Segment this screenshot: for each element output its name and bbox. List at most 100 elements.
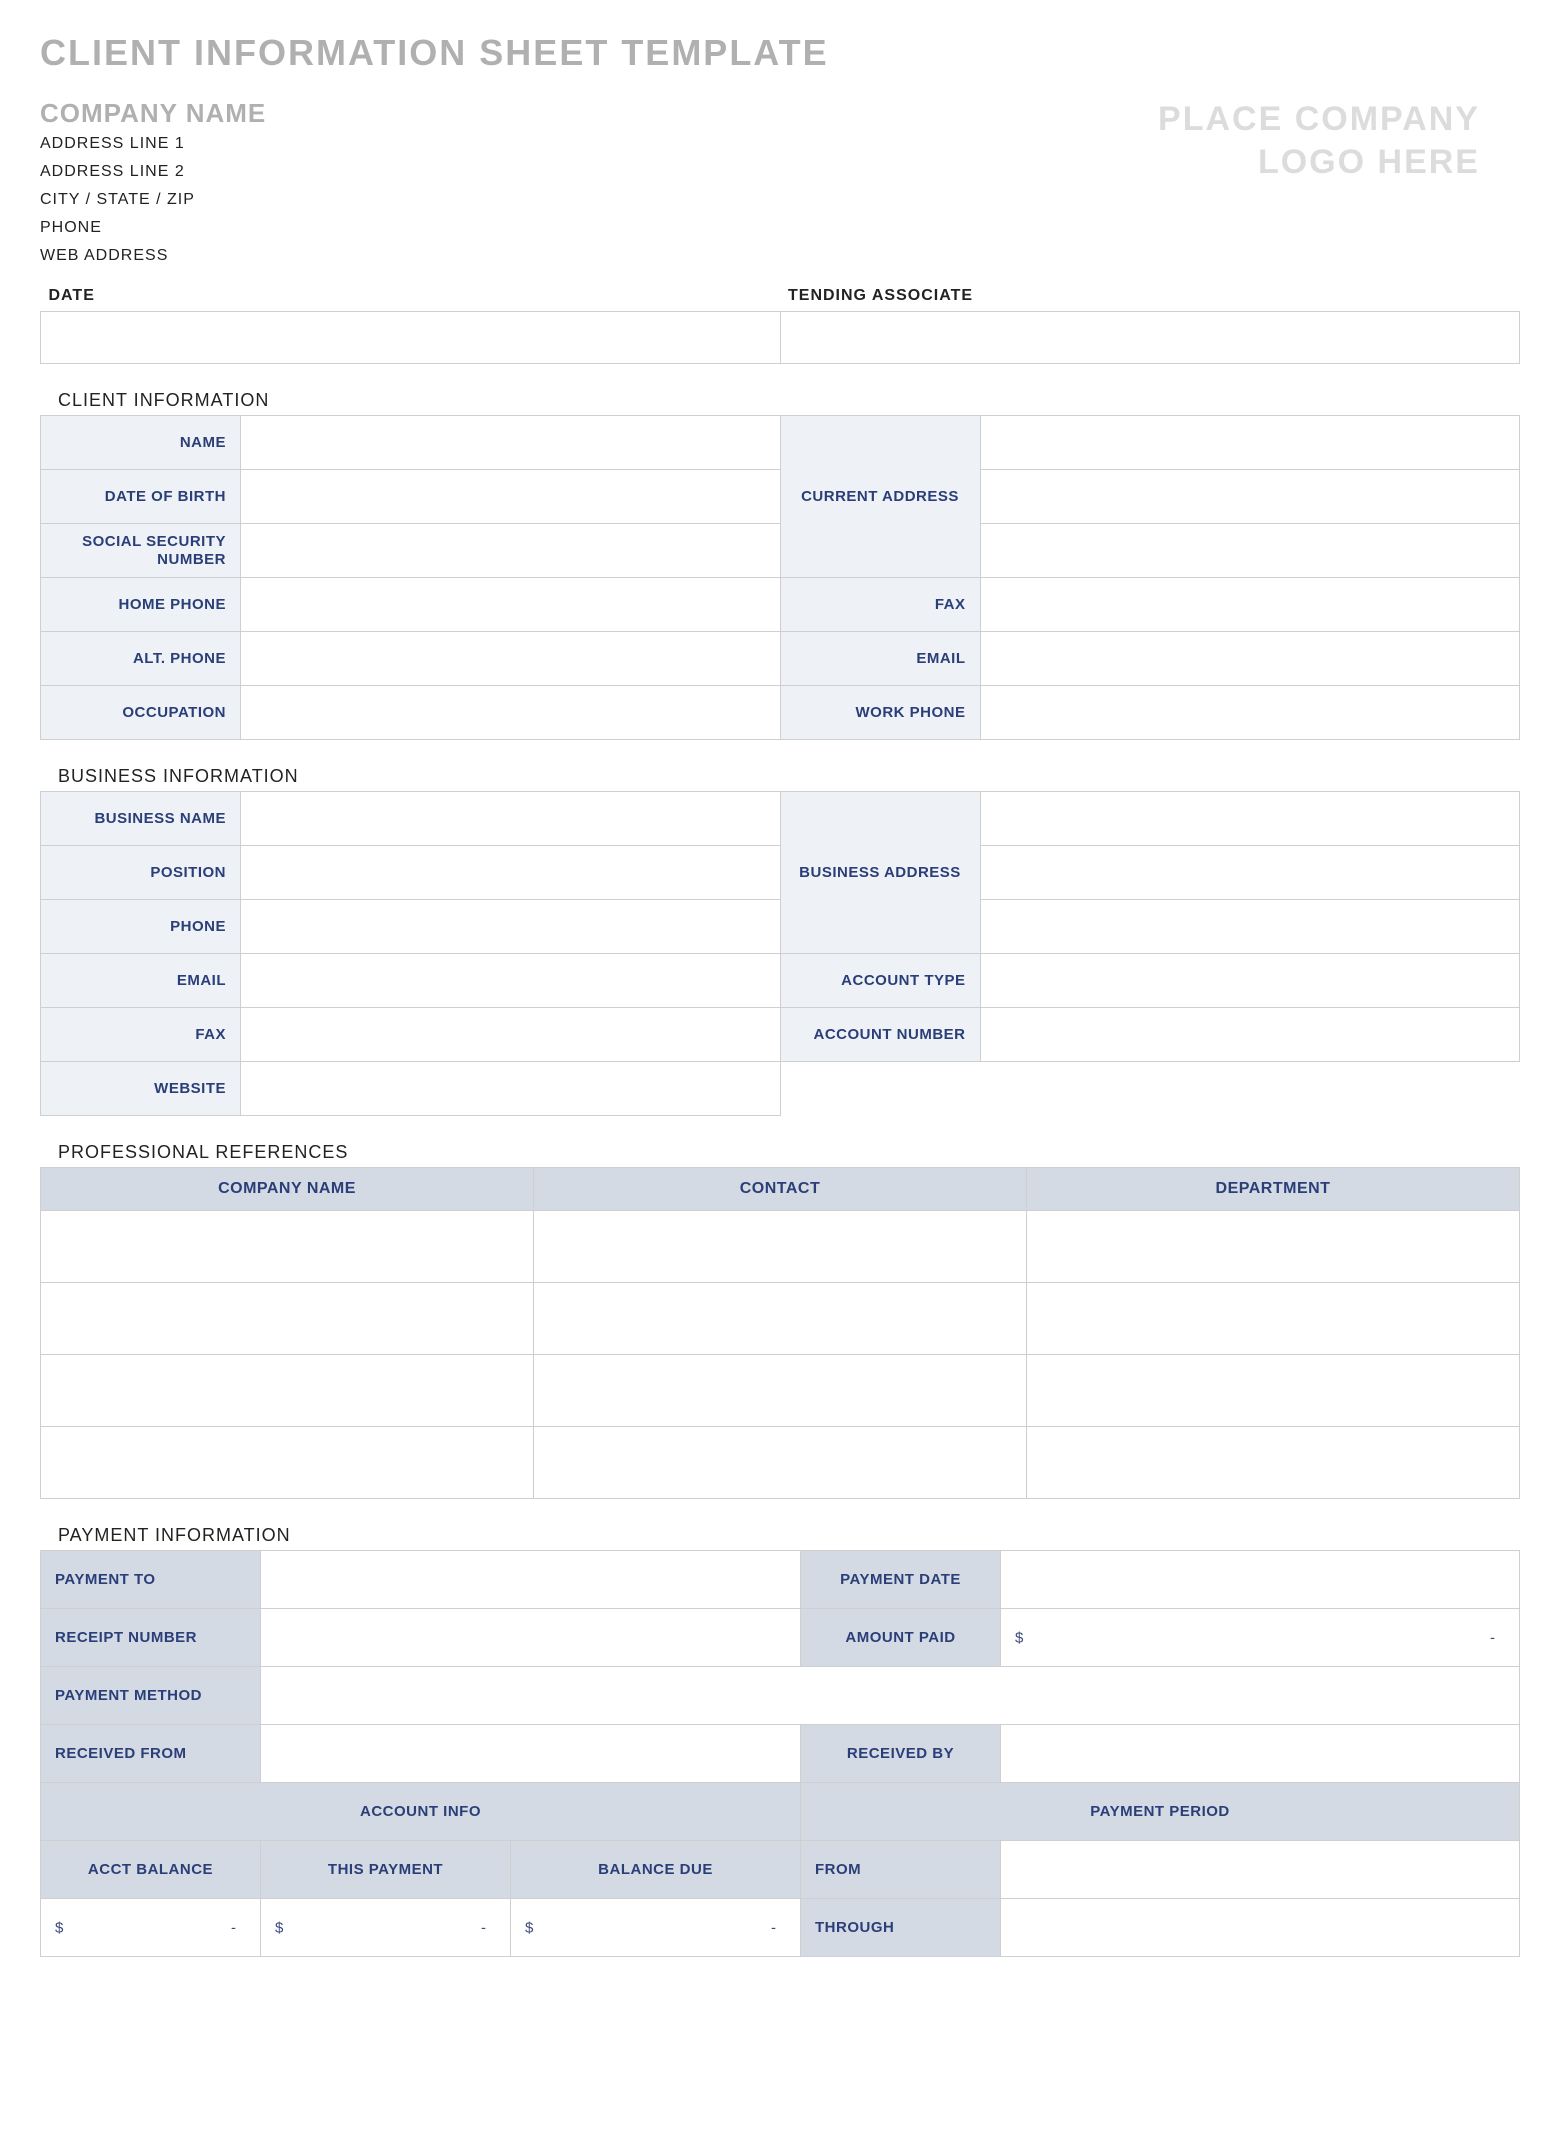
business-name-input[interactable] [241, 792, 781, 846]
account-number-input[interactable] [980, 1008, 1520, 1062]
logo-line-2: LOGO HERE [1158, 141, 1480, 184]
ref-department-input[interactable] [1027, 1211, 1520, 1283]
company-block: COMPANY NAME ADDRESS LINE 1 ADDRESS LINE… [40, 98, 266, 275]
date-label: DATE [41, 283, 781, 312]
business-name-label: BUSINESS NAME [41, 792, 241, 846]
references-table: COMPANY NAME CONTACT DEPARTMENT [40, 1167, 1520, 1499]
currency-symbol: $ [275, 1919, 283, 1936]
email-input[interactable] [980, 632, 1520, 686]
work-phone-input[interactable] [980, 686, 1520, 740]
received-by-label: RECEIVED BY [801, 1725, 1001, 1783]
biz-fax-label: FAX [41, 1008, 241, 1062]
tending-associate-input[interactable] [780, 312, 1520, 364]
biz-email-label: EMAIL [41, 954, 241, 1008]
tending-associate-label: TENDING ASSOCIATE [780, 283, 1520, 312]
payment-date-input[interactable] [1001, 1551, 1520, 1609]
fax-label: FAX [780, 578, 980, 632]
business-address-line3-input[interactable] [980, 900, 1520, 954]
current-address-line2-input[interactable] [980, 470, 1520, 524]
name-input[interactable] [241, 416, 781, 470]
account-info-header: ACCOUNT INFO [41, 1783, 801, 1841]
payment-to-label: PAYMENT TO [41, 1551, 261, 1609]
payment-table: PAYMENT TO PAYMENT DATE RECEIPT NUMBER A… [40, 1550, 1520, 1957]
business-address-label: BUSINESS ADDRESS [780, 792, 980, 954]
client-info-table: NAME CURRENT ADDRESS DATE OF BIRTH SOCIA… [40, 415, 1520, 740]
client-info-section-label: CLIENT INFORMATION [58, 390, 1520, 411]
dob-input[interactable] [241, 470, 781, 524]
empty-value-dash: - [771, 1919, 776, 1936]
alt-phone-label: ALT. PHONE [41, 632, 241, 686]
received-from-label: RECEIVED FROM [41, 1725, 261, 1783]
ref-row [41, 1283, 1520, 1355]
address-line-1: ADDRESS LINE 1 [40, 135, 266, 153]
currency-symbol: $ [525, 1919, 533, 1936]
biz-fax-input[interactable] [241, 1008, 781, 1062]
position-input[interactable] [241, 846, 781, 900]
from-label: FROM [801, 1841, 1001, 1899]
amount-paid-label: AMOUNT PAID [801, 1609, 1001, 1667]
through-input[interactable] [1001, 1899, 1520, 1957]
home-phone-input[interactable] [241, 578, 781, 632]
business-address-line1-input[interactable] [980, 792, 1520, 846]
this-payment-label: THIS PAYMENT [261, 1841, 511, 1899]
ref-row [41, 1211, 1520, 1283]
ssn-input[interactable] [241, 524, 781, 578]
ref-department-input[interactable] [1027, 1355, 1520, 1427]
payment-date-label: PAYMENT DATE [801, 1551, 1001, 1609]
received-by-input[interactable] [1001, 1725, 1520, 1783]
account-type-label: ACCOUNT TYPE [780, 954, 980, 1008]
company-name: COMPANY NAME [40, 98, 266, 129]
logo-line-1: PLACE COMPANY [1158, 98, 1480, 141]
website-input[interactable] [241, 1062, 781, 1116]
occupation-input[interactable] [241, 686, 781, 740]
document-title: CLIENT INFORMATION SHEET TEMPLATE [40, 32, 1520, 74]
ref-contact-input[interactable] [534, 1211, 1027, 1283]
receipt-number-input[interactable] [261, 1609, 801, 1667]
fax-input[interactable] [980, 578, 1520, 632]
web-address-line: WEB ADDRESS [40, 247, 266, 265]
from-input[interactable] [1001, 1841, 1520, 1899]
logo-placeholder: PLACE COMPANY LOGO HERE [1158, 98, 1480, 183]
ssn-label: SOCIAL SECURITY NUMBER [41, 524, 241, 578]
received-from-input[interactable] [261, 1725, 801, 1783]
name-label: NAME [41, 416, 241, 470]
ref-row [41, 1427, 1520, 1499]
alt-phone-input[interactable] [241, 632, 781, 686]
ref-company-input[interactable] [41, 1283, 534, 1355]
date-input[interactable] [41, 312, 781, 364]
payment-to-input[interactable] [261, 1551, 801, 1609]
current-address-line1-input[interactable] [980, 416, 1520, 470]
empty-value-dash: - [481, 1919, 486, 1936]
current-address-line3-input[interactable] [980, 524, 1520, 578]
biz-email-input[interactable] [241, 954, 781, 1008]
occupation-label: OCCUPATION [41, 686, 241, 740]
current-address-label: CURRENT ADDRESS [780, 416, 980, 578]
empty-value-dash: - [231, 1919, 236, 1936]
payment-method-input[interactable] [261, 1667, 1520, 1725]
ref-contact-input[interactable] [534, 1355, 1027, 1427]
ref-contact-input[interactable] [534, 1427, 1027, 1499]
payment-section-label: PAYMENT INFORMATION [58, 1525, 1520, 1546]
ref-department-input[interactable] [1027, 1427, 1520, 1499]
ref-company-input[interactable] [41, 1355, 534, 1427]
account-type-input[interactable] [980, 954, 1520, 1008]
ref-header-company: COMPANY NAME [41, 1168, 534, 1211]
amount-paid-input[interactable]: $ - [1001, 1609, 1520, 1667]
balance-due-input[interactable]: $ - [511, 1899, 801, 1957]
this-payment-input[interactable]: $ - [261, 1899, 511, 1957]
website-label: WEBSITE [41, 1062, 241, 1116]
ref-contact-input[interactable] [534, 1283, 1027, 1355]
ref-company-input[interactable] [41, 1211, 534, 1283]
phone-line: PHONE [40, 219, 266, 237]
home-phone-label: HOME PHONE [41, 578, 241, 632]
business-address-line2-input[interactable] [980, 846, 1520, 900]
ref-company-input[interactable] [41, 1427, 534, 1499]
biz-phone-label: PHONE [41, 900, 241, 954]
payment-period-header: PAYMENT PERIOD [801, 1783, 1520, 1841]
ref-department-input[interactable] [1027, 1283, 1520, 1355]
acct-balance-input[interactable]: $ - [41, 1899, 261, 1957]
city-state-zip: CITY / STATE / ZIP [40, 191, 266, 209]
position-label: POSITION [41, 846, 241, 900]
biz-phone-input[interactable] [241, 900, 781, 954]
email-label: EMAIL [780, 632, 980, 686]
